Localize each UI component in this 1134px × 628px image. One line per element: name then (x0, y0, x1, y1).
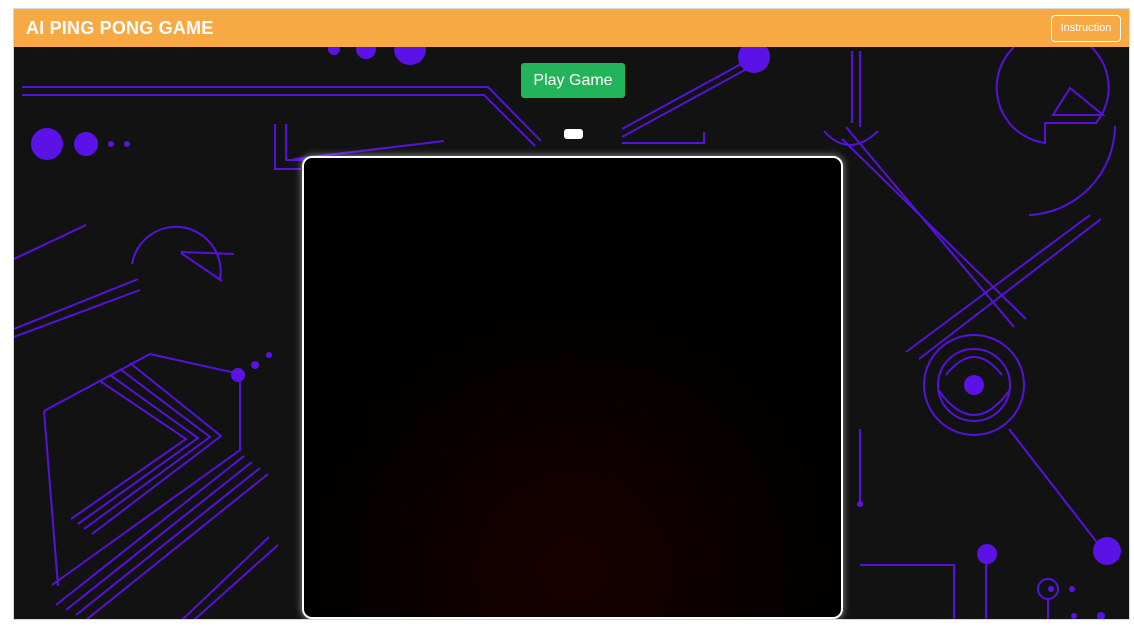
play-game-button[interactable]: Play Game (521, 63, 625, 98)
app-title: AI PING PONG GAME (26, 18, 214, 38)
game-window: AI PING PONG GAME Instruction Play Game (13, 8, 1130, 620)
top-bar: AI PING PONG GAME Instruction (14, 9, 1129, 47)
game-board[interactable] (302, 156, 843, 619)
board-texture (322, 212, 823, 617)
paddle-icon (564, 129, 583, 139)
instruction-button[interactable]: Instruction (1051, 14, 1121, 42)
